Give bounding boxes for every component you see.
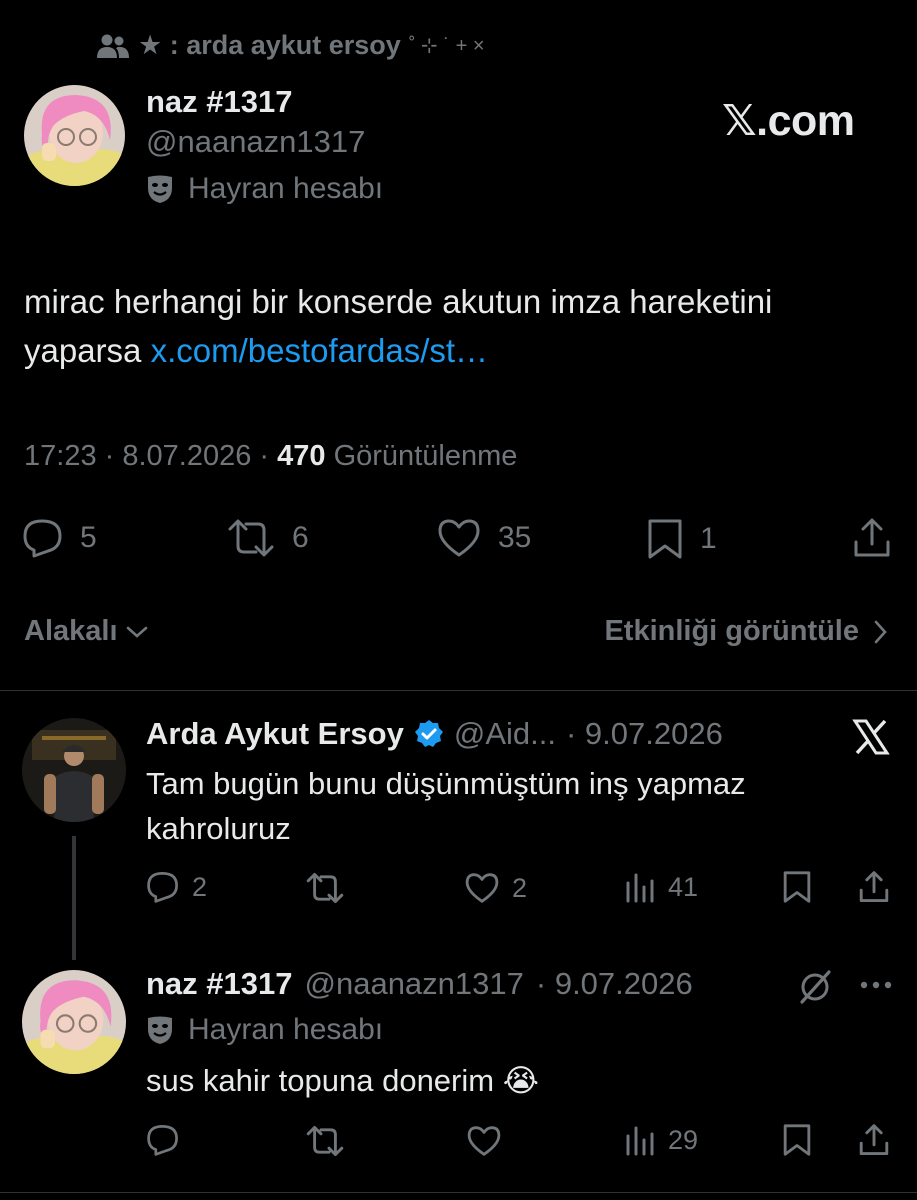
sort-label: Alakalı	[24, 615, 118, 647]
reply-reply-button[interactable]	[146, 1124, 180, 1156]
reply-reply-button[interactable]: 2	[146, 871, 207, 903]
reply-like-button[interactable]: 2	[464, 872, 527, 904]
share-icon	[854, 518, 890, 557]
reply-button[interactable]: 5	[22, 518, 97, 558]
reply-date[interactable]: · 9.07.2026	[566, 716, 723, 752]
avatar-image	[22, 718, 126, 822]
like-count: 35	[498, 521, 532, 554]
reply-share-button[interactable]	[858, 870, 890, 904]
heart-icon	[465, 873, 499, 903]
xcom-watermark: 𝕏.com	[722, 97, 855, 145]
reply-icon	[147, 872, 178, 903]
avatar[interactable]	[24, 85, 125, 186]
account-label: Hayran hesabı	[146, 172, 383, 206]
reply-icon	[23, 519, 62, 558]
reply-like-button[interactable]	[466, 1125, 502, 1157]
reply-avatar[interactable]	[22, 970, 126, 1074]
reply-author-name[interactable]: naz #1317	[146, 966, 293, 1002]
reply-repost-button[interactable]	[304, 1125, 346, 1157]
reply-bookmark-button[interactable]	[782, 1123, 812, 1157]
reply-author-name[interactable]: Arda Aykut Ersoy	[146, 716, 404, 752]
views-chart-icon	[626, 1126, 654, 1155]
views-count: 470	[277, 440, 326, 472]
verified-badge-icon	[414, 720, 443, 747]
mask-icon	[148, 1016, 172, 1044]
tweet-text: mirac herhangi bir konserde akutun imza …	[24, 277, 884, 375]
reply-count: 2	[192, 871, 208, 902]
chevron-down-icon	[126, 626, 147, 638]
bookmark-icon	[783, 1124, 811, 1156]
repost-icon	[306, 1125, 344, 1157]
views-count: 29	[668, 1125, 699, 1155]
crying-emoji: 😭	[502, 1063, 539, 1098]
like-count: 2	[512, 872, 528, 903]
community-header[interactable]: ★ : arda aykut ersoy ˚ ⊹ ˙ + ×	[96, 30, 485, 61]
views-label: Görüntülenme	[325, 440, 518, 472]
sort-dropdown[interactable]: Alakalı	[24, 615, 148, 648]
tweet-link[interactable]: x.com/bestofardas/st…	[151, 332, 488, 369]
share-icon	[859, 871, 889, 903]
reply-date[interactable]: · 9.07.2026	[536, 966, 693, 1002]
reply-repost-button[interactable]	[304, 872, 346, 904]
reply-views-button[interactable]: 41	[624, 872, 698, 903]
reply-count: 5	[80, 521, 97, 554]
repost-button[interactable]: 6	[226, 518, 309, 558]
reply-bookmark-button[interactable]	[782, 870, 812, 904]
avatar-image	[24, 85, 125, 186]
views-count: 41	[668, 872, 699, 902]
community-name: ★ : arda aykut ersoy	[138, 30, 401, 60]
view-activity-label: Etkinliği görüntüle	[604, 615, 859, 647]
divider	[0, 1192, 917, 1193]
views-chart-icon	[626, 873, 654, 902]
reply-header: Arda Aykut Ersoy @Aid... · 9.07.2026	[146, 716, 723, 752]
heart-icon	[438, 519, 480, 557]
like-button[interactable]: 35	[436, 518, 531, 558]
repost-icon	[228, 519, 274, 557]
reply-icon	[147, 1125, 178, 1156]
heart-icon	[467, 1126, 501, 1156]
reply-avatar[interactable]	[22, 718, 126, 822]
account-label-text: Hayran hesabı	[188, 172, 384, 205]
reply-share-button[interactable]	[858, 1123, 890, 1157]
tweet-timestamp[interactable]: 17:23 · 8.07.2026 ·	[24, 440, 277, 472]
account-label-text: Hayran hesabı	[188, 1013, 384, 1046]
view-activity-link[interactable]: Etkinliği görüntüle	[604, 615, 887, 648]
author-name[interactable]: naz #1317	[146, 84, 293, 120]
share-button[interactable]	[852, 517, 892, 559]
x-logo-icon	[852, 718, 890, 756]
divider	[0, 690, 917, 691]
author-handle[interactable]: @naanazn1317	[146, 124, 365, 160]
avatar-image	[22, 970, 126, 1074]
thread-line	[72, 836, 76, 960]
community-decoration: ˚ ⊹ ˙ + ×	[408, 35, 485, 57]
reply-body: sus kahir topuna donerim	[146, 1063, 495, 1098]
account-label: Hayran hesabı	[146, 1013, 383, 1047]
bookmark-count: 1	[700, 522, 717, 555]
reply-author-handle[interactable]: @naanazn1317	[305, 966, 524, 1002]
more-options-icon[interactable]	[860, 980, 892, 990]
grok-icon[interactable]	[796, 968, 834, 1006]
repost-count: 6	[292, 521, 309, 554]
reply-header: naz #1317 @naanazn1317 · 9.07.2026	[146, 966, 693, 1002]
community-icon	[97, 34, 129, 58]
chevron-right-icon	[874, 620, 887, 643]
mask-icon	[148, 175, 172, 203]
share-icon	[859, 1124, 889, 1156]
bookmark-button[interactable]: 1	[646, 518, 717, 560]
reply-text: sus kahir topuna donerim 😭	[146, 1058, 866, 1103]
reply-views-button[interactable]: 29	[624, 1125, 698, 1156]
bookmark-icon	[783, 871, 811, 903]
bookmark-icon	[648, 519, 682, 559]
repost-icon	[306, 872, 344, 904]
tweet-meta: 17:23 · 8.07.2026 · 470 Görüntülenme	[24, 440, 517, 473]
reply-author-handle[interactable]: @Aid...	[454, 716, 556, 752]
reply-text: Tam bugün bunu düşünmüştüm inş yapmaz ka…	[146, 766, 746, 846]
